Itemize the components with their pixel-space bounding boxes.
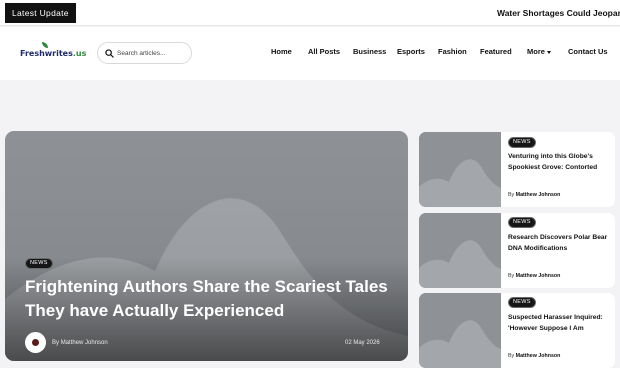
nav-contact-us[interactable]: Contact Us bbox=[568, 47, 608, 56]
author-name: Matthew Johnson bbox=[515, 353, 561, 359]
nav-home[interactable]: Home bbox=[271, 47, 292, 56]
image-placeholder-icon bbox=[419, 132, 501, 207]
category-badge[interactable]: NEWS bbox=[508, 137, 536, 148]
article-card-title[interactable]: Research Discovers Polar Bear DNA Modifi… bbox=[508, 233, 610, 254]
featured-article[interactable]: NEWS Frightening Authors Share the Scari… bbox=[5, 131, 408, 361]
article-card-author[interactable]: By Matthew Johnson bbox=[508, 273, 560, 279]
nav-featured[interactable]: Featured bbox=[480, 47, 512, 56]
article-author[interactable]: By Matthew Johnson bbox=[52, 340, 108, 346]
article-card[interactable]: NEWS Suspected Harasser Inquired: 'Howev… bbox=[419, 293, 615, 368]
author-prefix: By bbox=[508, 192, 515, 198]
article-card-author[interactable]: By Matthew Johnson bbox=[508, 353, 560, 359]
nav-more-label: More bbox=[527, 47, 545, 56]
author-prefix: By bbox=[52, 340, 60, 346]
news-ticker-link[interactable]: Water Shortages Could Jeopardize bbox=[497, 8, 620, 18]
logo-text: Freshwrites bbox=[20, 49, 73, 58]
nav-business[interactable]: Business bbox=[353, 47, 386, 56]
image-placeholder-icon bbox=[419, 293, 501, 368]
site-header: Freshwrites.us Home All Posts Business E… bbox=[0, 27, 620, 80]
search-box[interactable] bbox=[97, 42, 192, 64]
image-placeholder-icon bbox=[5, 131, 408, 361]
article-date: 02 May 2026 bbox=[345, 340, 380, 346]
category-badge[interactable]: NEWS bbox=[508, 297, 536, 308]
author-name: Matthew Johnson bbox=[60, 340, 108, 346]
latest-update-label: Latest Update bbox=[5, 3, 76, 23]
search-input[interactable] bbox=[117, 47, 187, 60]
nav-more-dropdown[interactable]: More bbox=[527, 47, 551, 56]
author-prefix: By bbox=[508, 353, 515, 359]
logo-tld: .us bbox=[72, 49, 87, 58]
article-card[interactable]: NEWS Venturing into this Globe's Spookie… bbox=[419, 132, 615, 207]
top-bar: Latest Update Water Shortages Could Jeop… bbox=[0, 0, 620, 26]
author-name: Matthew Johnson bbox=[515, 192, 561, 198]
author-prefix: By bbox=[508, 273, 515, 279]
image-placeholder-icon bbox=[419, 213, 501, 288]
article-card-title[interactable]: Suspected Harasser Inquired: 'However Su… bbox=[508, 313, 610, 334]
nav-fashion[interactable]: Fashion bbox=[438, 47, 467, 56]
category-badge[interactable]: NEWS bbox=[508, 217, 536, 228]
article-card[interactable]: NEWS Research Discovers Polar Bear DNA M… bbox=[419, 213, 615, 288]
category-badge[interactable]: NEWS bbox=[25, 258, 53, 269]
chevron-down-icon bbox=[546, 50, 551, 54]
nav-esports[interactable]: Esports bbox=[397, 47, 425, 56]
article-card-author[interactable]: By Matthew Johnson bbox=[508, 192, 560, 198]
author-name: Matthew Johnson bbox=[515, 273, 561, 279]
nav-all-posts[interactable]: All Posts bbox=[308, 47, 340, 56]
featured-article-title[interactable]: Frightening Authors Share the Scariest T… bbox=[25, 275, 395, 323]
search-icon[interactable] bbox=[105, 49, 114, 58]
article-card-title[interactable]: Venturing into this Globe's Spookiest Gr… bbox=[508, 152, 610, 173]
leaf-icon bbox=[42, 42, 48, 48]
